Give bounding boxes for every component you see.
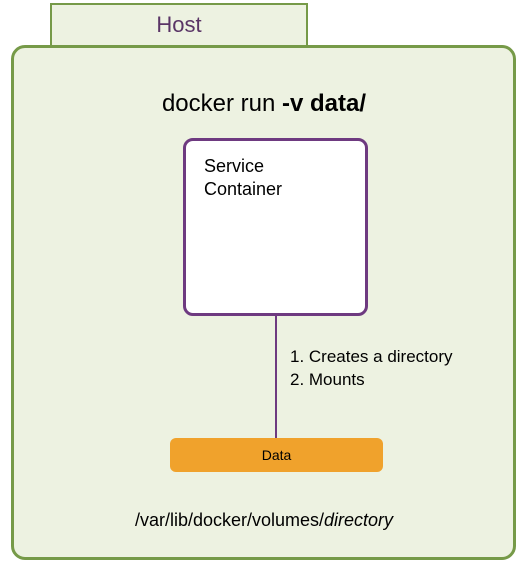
command-title: docker run -v data/ [0, 90, 528, 118]
path-directory: directory [324, 510, 393, 530]
service-line2: Container [204, 178, 347, 201]
service-container-box: Service Container [183, 138, 368, 316]
connector-line [275, 316, 277, 439]
host-label: Host [156, 12, 201, 38]
step-1: 1. Creates a directory [290, 346, 453, 369]
path-prefix: /var/lib/docker/volumes/ [135, 510, 324, 530]
data-label: Data [262, 447, 292, 463]
data-volume-box: Data [170, 438, 383, 472]
command-flag: -v data/ [282, 90, 366, 117]
host-tab: Host [50, 3, 308, 47]
command-prefix: docker run [162, 90, 282, 117]
step-2: 2. Mounts [290, 369, 453, 392]
steps-text: 1. Creates a directory 2. Mounts [290, 346, 453, 392]
volume-path: /var/lib/docker/volumes/directory [0, 510, 528, 531]
service-line1: Service [204, 155, 347, 178]
